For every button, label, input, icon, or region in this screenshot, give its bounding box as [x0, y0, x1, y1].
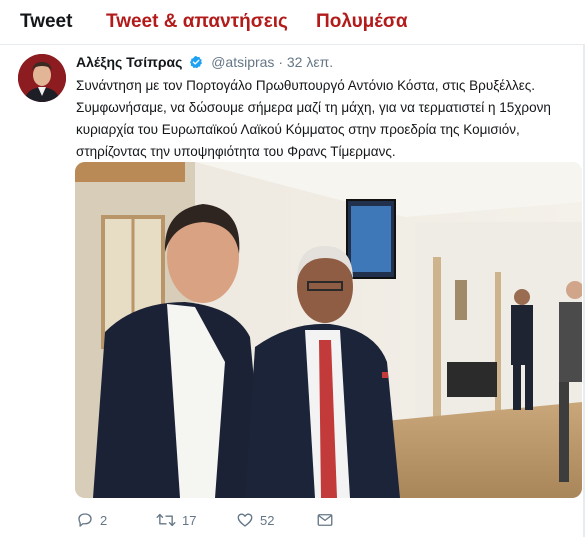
tweet-text-line: Συμφωνήσαμε, να δώσουμε σήμερα μαζί τη μ…: [76, 100, 551, 115]
envelope-icon: [317, 514, 333, 526]
profile-tabs: Tweet Tweet & απαντήσεις Πολυμέσα: [0, 0, 585, 45]
tab-tweets-and-replies[interactable]: Tweet & απαντήσεις: [106, 11, 288, 33]
retweet-icon: [156, 513, 176, 527]
photo-image: [75, 162, 582, 498]
author-name[interactable]: Αλέξης Τσίπρας: [76, 54, 182, 70]
tab-media[interactable]: Πολυμέσα: [316, 11, 408, 33]
retweet-count: 17: [182, 512, 197, 528]
author-handle[interactable]: @atsipras: [211, 54, 274, 70]
reply-count: 2: [100, 512, 108, 528]
tweet-text-line: στηρίζοντας την υποψηφιότητα του Φρανς Τ…: [76, 144, 396, 159]
avatar[interactable]: [18, 54, 66, 102]
tweet-text: Συνάντηση με τον Πορτογάλο Πρωθυπουργό Α…: [76, 75, 576, 163]
direct-message-button[interactable]: [316, 511, 334, 529]
tweet-text-line: κυριαρχία του Ευρωπαϊκού Λαϊκού Κόμματος…: [76, 122, 520, 137]
tab-tweets[interactable]: Tweet: [20, 11, 72, 33]
tweet-photo[interactable]: [75, 162, 582, 498]
tweet-timestamp[interactable]: 32 λεπ.: [287, 54, 333, 70]
reply-button[interactable]: 2: [76, 511, 107, 529]
tweet-actions: 2 17 52: [76, 511, 576, 533]
tweet[interactable]: Αλέξης Τσίπρας @atsipras · 32 λεπ. Συνάν…: [0, 45, 583, 537]
tweet-text-line: Συνάντηση με τον Πορτογάλο Πρωθυπουργό Α…: [76, 78, 536, 93]
retweet-button[interactable]: 17: [156, 511, 196, 529]
reply-icon: [78, 513, 92, 527]
like-button[interactable]: 52: [236, 511, 274, 529]
heart-icon: [237, 513, 253, 527]
like-count: 52: [260, 512, 275, 528]
header-separator: ·: [278, 54, 283, 70]
verified-badge-icon: [190, 55, 203, 69]
tweet-header: Αλέξης Τσίπρας @atsipras · 32 λεπ.: [76, 54, 333, 70]
